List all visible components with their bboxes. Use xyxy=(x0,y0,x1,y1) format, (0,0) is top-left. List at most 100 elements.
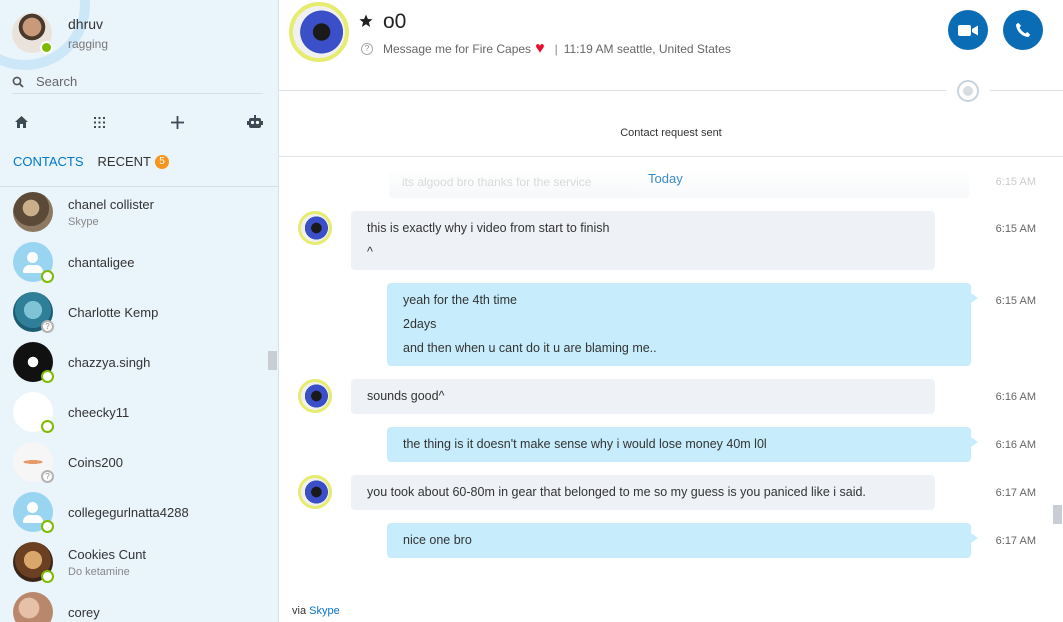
message-outgoing[interactable]: nice one bro xyxy=(387,523,978,558)
message-time: 6:17 AM xyxy=(995,535,1036,547)
separator: | xyxy=(554,42,558,56)
my-mood[interactable]: ragging xyxy=(68,37,108,51)
audio-call-icon xyxy=(1016,22,1031,37)
message-text: ^ xyxy=(367,245,373,259)
avatar xyxy=(13,542,54,583)
contact-name: chantaligee xyxy=(68,254,135,270)
bots-button[interactable] xyxy=(246,113,264,131)
tab-recent[interactable]: RECENT 5 xyxy=(98,154,169,169)
contact-mood: Skype xyxy=(68,215,99,228)
contact-avatar[interactable] xyxy=(289,2,349,62)
unread-badge: 5 xyxy=(155,154,169,169)
message-text: and then when u cant do it u are blaming… xyxy=(403,341,657,355)
divider xyxy=(990,90,1063,91)
avatar xyxy=(13,592,53,622)
day-separator: Today xyxy=(648,171,683,186)
message-time: 6:17 AM xyxy=(995,487,1036,499)
globe-icon xyxy=(957,80,979,102)
video-call-icon xyxy=(958,24,978,36)
heart-icon: ♥ xyxy=(535,40,545,57)
dialpad-icon xyxy=(93,116,105,128)
contact-item[interactable]: chantaligee xyxy=(0,237,278,287)
message-incoming[interactable]: sounds good^ xyxy=(351,379,935,414)
message-text: this is exactly why i video from start t… xyxy=(367,221,610,235)
message-text: yeah for the 4th time xyxy=(403,293,517,307)
message-time: 6:15 AM xyxy=(995,223,1036,235)
default-avatar-icon xyxy=(13,492,54,533)
home-button[interactable] xyxy=(12,113,30,131)
message-outgoing[interactable]: the thing is it doesn't make sense why i… xyxy=(387,427,978,462)
contact-request-status: Contact request sent xyxy=(620,127,722,139)
contact-item[interactable]: collegegurlnatta4288 xyxy=(0,487,278,537)
via-skype-link[interactable]: Skype xyxy=(309,605,340,617)
avatar xyxy=(13,342,54,383)
contact-name: corey xyxy=(68,604,100,620)
search-icon xyxy=(12,76,24,88)
avatar xyxy=(13,192,53,232)
message-text: you took about 60-80m in gear that belon… xyxy=(367,485,866,499)
avatar: ? xyxy=(13,442,54,483)
sidebar-toolbar xyxy=(12,113,264,131)
online-status-icon xyxy=(41,270,54,283)
sender-avatar[interactable] xyxy=(298,379,332,413)
online-status-icon xyxy=(40,41,53,54)
contact-name: Charlotte Kemp xyxy=(68,304,159,320)
message-time: 6:16 AM xyxy=(995,439,1036,451)
sender-avatar[interactable] xyxy=(298,211,332,245)
message-text: the thing is it doesn't make sense why i… xyxy=(403,437,767,451)
avatar xyxy=(13,392,54,433)
online-status-icon xyxy=(41,370,54,383)
conversation-pane: o0 ? Message me for Fire Capes ♥ | 11:19… xyxy=(279,0,1063,622)
my-avatar[interactable] xyxy=(12,13,53,54)
divider xyxy=(279,90,947,91)
contact-name: chanel collister xyxy=(68,196,154,212)
my-name: dhruv xyxy=(68,15,104,32)
contact-item[interactable]: chazzya.singh xyxy=(0,337,278,387)
message-time: 6:16 AM xyxy=(995,391,1036,403)
search-input[interactable] xyxy=(36,74,236,89)
contact-item[interactable]: ? Coins200 xyxy=(0,437,278,487)
faded-message-text: its algood bro thanks for the service xyxy=(402,175,592,189)
conversation-title: o0 xyxy=(383,10,407,33)
help-icon: ? xyxy=(361,43,373,55)
contact-mood: Do ketamine xyxy=(68,565,130,578)
message-text: sounds good^ xyxy=(367,389,445,403)
contact-name: Coins200 xyxy=(68,454,123,470)
contact-item[interactable]: cheecky11 xyxy=(0,387,278,437)
unknown-status-icon: ? xyxy=(41,470,54,483)
home-icon xyxy=(14,116,28,128)
contact-name: collegegurlnatta4288 xyxy=(68,504,189,520)
message-time: 6:15 AM xyxy=(995,295,1036,307)
avatar: ? xyxy=(13,292,54,333)
contact-item[interactable]: Cookies Cunt Do ketamine xyxy=(0,537,278,587)
conversation-scrollbar[interactable] xyxy=(1053,505,1062,524)
add-contact-button[interactable] xyxy=(168,113,186,131)
via-prefix: via xyxy=(292,605,307,617)
message-text: 2days xyxy=(403,317,437,331)
sidebar-scrollbar[interactable] xyxy=(268,351,277,370)
contact-subtitle: ? Message me for Fire Capes ♥ | 11:19 AM… xyxy=(361,40,731,58)
video-call-button[interactable] xyxy=(948,10,988,50)
sidebar: dhruv ragging Search CONTACTS RECENT 5 c… xyxy=(0,0,279,622)
contact-item[interactable]: corey xyxy=(0,587,278,622)
message-text: nice one bro xyxy=(403,533,472,547)
contact-item[interactable]: ? Charlotte Kemp xyxy=(0,287,278,337)
bot-icon xyxy=(247,114,263,128)
my-profile[interactable]: dhruv ragging xyxy=(12,13,108,54)
audio-call-button[interactable] xyxy=(1003,10,1043,50)
contact-mood: Message me for Fire Capes xyxy=(383,42,532,56)
message-incoming[interactable]: this is exactly why i video from start t… xyxy=(351,211,935,270)
online-status-icon xyxy=(41,520,54,533)
contact-name: cheecky11 xyxy=(68,404,130,420)
star-icon[interactable] xyxy=(359,14,373,28)
tab-contacts[interactable]: CONTACTS xyxy=(13,154,84,169)
contact-item[interactable]: chanel collister Skype xyxy=(0,187,278,237)
message-incoming[interactable]: you took about 60-80m in gear that belon… xyxy=(351,475,935,510)
sender-avatar[interactable] xyxy=(298,475,332,509)
dialpad-button[interactable] xyxy=(90,113,108,131)
contact-name: chazzya.singh xyxy=(68,354,151,370)
faded-message-time: 6:15 AM xyxy=(995,176,1036,188)
online-status-icon xyxy=(41,570,54,583)
search-bar xyxy=(12,70,263,94)
message-outgoing[interactable]: yeah for the 4th time 2days and then whe… xyxy=(387,283,978,366)
